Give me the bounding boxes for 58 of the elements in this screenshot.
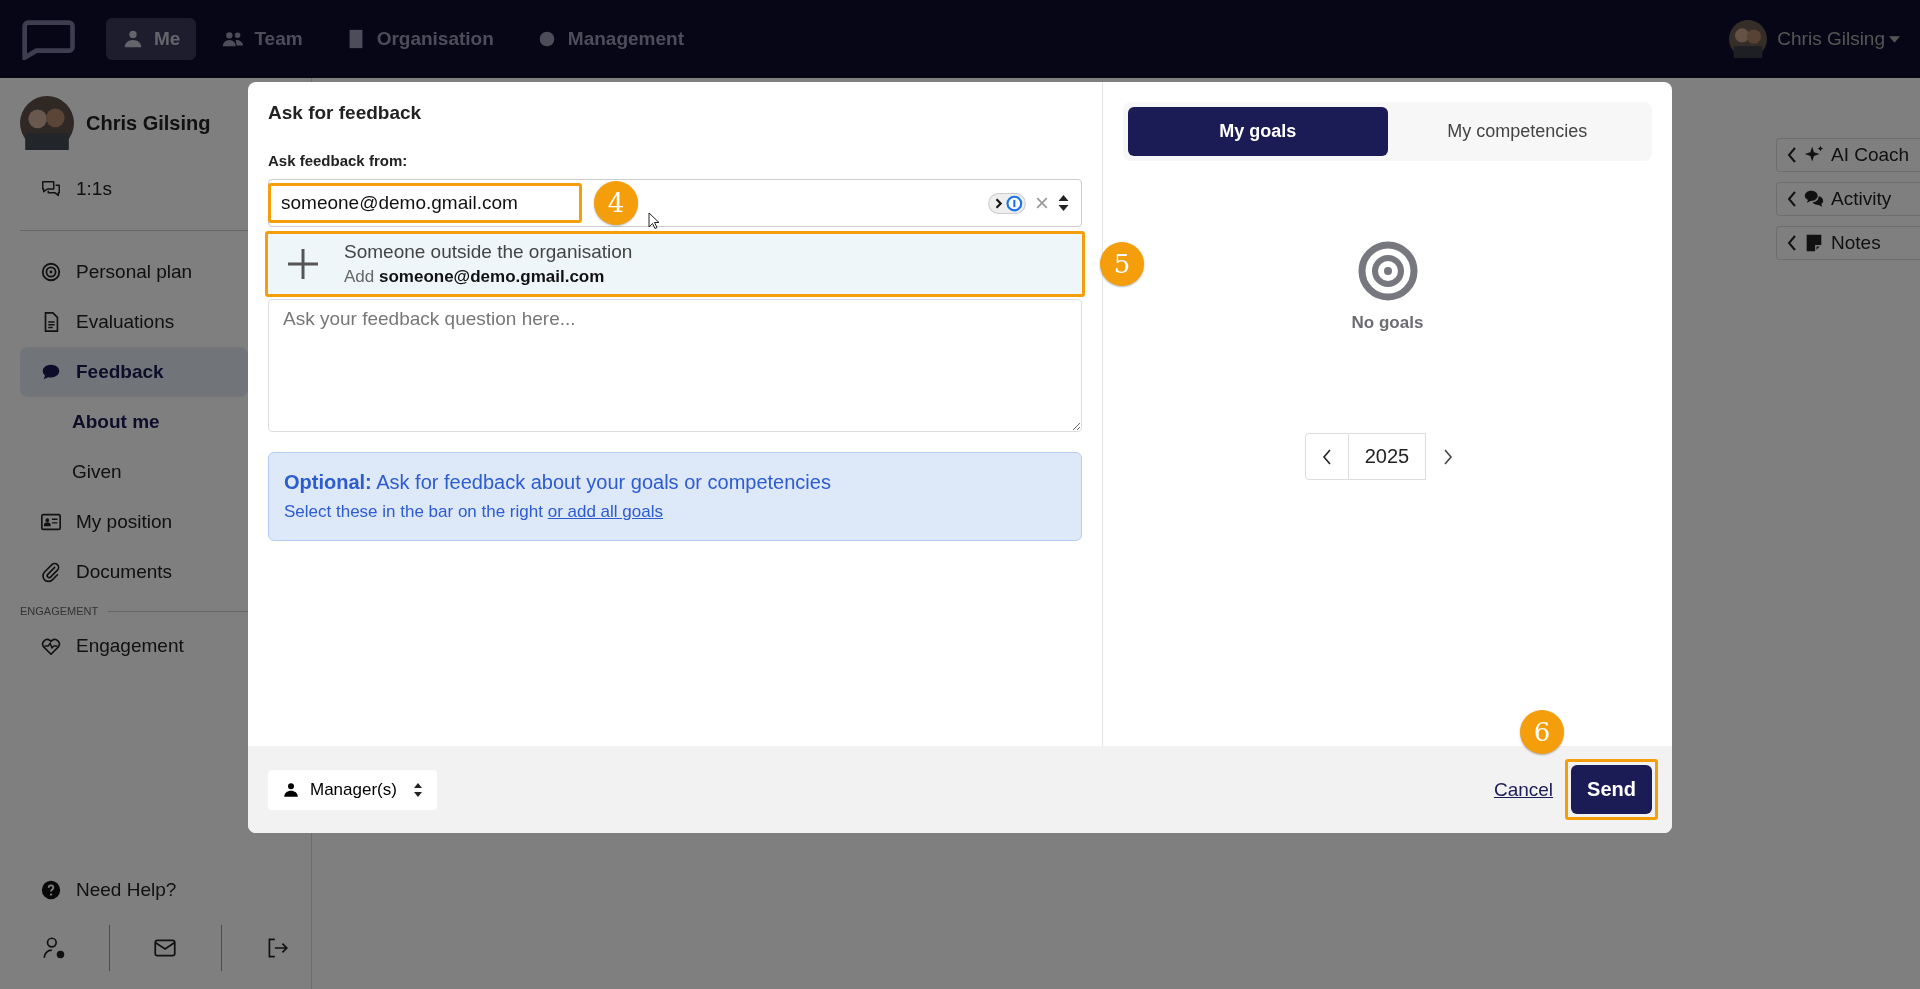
- option-detail: Add someone@demo.gmail.com: [344, 267, 606, 287]
- sidebar-item[interactable]: Evaluations: [20, 297, 248, 347]
- panel-tab[interactable]: AI Coach: [1776, 138, 1920, 172]
- clear-icon[interactable]: [1036, 197, 1048, 209]
- recipient-select[interactable]: someone@demo.gmail.com 4: [268, 179, 1082, 227]
- step-badge: 5: [1100, 242, 1144, 286]
- sidebar-item[interactable]: Feedback: [20, 347, 248, 397]
- help-link[interactable]: Need Help?: [20, 865, 248, 915]
- nav-tab[interactable]: Management: [519, 18, 700, 60]
- plus-icon: [286, 247, 320, 281]
- chevron-left-icon: [1787, 235, 1797, 251]
- cursor-icon: [648, 212, 660, 230]
- goals-tab[interactable]: My goals: [1128, 107, 1388, 156]
- sort-icon[interactable]: [1058, 195, 1069, 211]
- caret-icon: [1889, 35, 1900, 43]
- dialog-title: Ask for feedback: [268, 102, 423, 124]
- visibility-select[interactable]: Manager(s): [268, 769, 437, 810]
- target-icon: [40, 261, 62, 283]
- id-card-icon: [40, 511, 62, 533]
- sidebar-item[interactable]: 1:1s: [20, 164, 248, 214]
- user-name: Chris Gilsing: [86, 111, 211, 135]
- sidebar-item[interactable]: Documents: [20, 547, 248, 597]
- add-goals-link[interactable]: or add all goals: [547, 502, 663, 521]
- cancel-link[interactable]: Cancel: [1493, 778, 1554, 801]
- question-field[interactable]: Ask your feedback question here...: [268, 299, 1082, 432]
- step-badge: 4: [594, 181, 638, 225]
- target-icon: [1357, 241, 1418, 301]
- goals-tab[interactable]: My competencies: [1387, 107, 1647, 156]
- nav-tab[interactable]: Team: [206, 18, 319, 60]
- person-icon: [282, 780, 300, 799]
- chevron-left-icon: [1787, 191, 1797, 207]
- person-icon: [122, 28, 144, 50]
- recipient-input[interactable]: someone@demo.gmail.com: [268, 183, 582, 223]
- user-menu[interactable]: Chris Gilsing: [1777, 28, 1900, 50]
- paperclip-icon: [40, 561, 62, 583]
- section-label: ENGAGEMENT: [20, 605, 99, 617]
- sidebar-item[interactable]: Engagement: [20, 621, 248, 671]
- nav-tab[interactable]: Organisation: [328, 18, 510, 60]
- empty-message: No goals: [1351, 313, 1424, 333]
- chevron-right-icon: [1443, 448, 1454, 465]
- chevron-left-icon: [1321, 448, 1332, 465]
- sidebar-subitem[interactable]: About me: [20, 397, 248, 447]
- help-icon: [40, 879, 62, 901]
- info-hint: Select these in the bar on the right: [284, 502, 543, 521]
- field-label: Ask feedback from:: [268, 152, 409, 169]
- chevron-left-icon: [1787, 147, 1797, 163]
- nav-tab[interactable]: Me: [106, 18, 197, 60]
- sidebar-item[interactable]: My position: [20, 497, 248, 547]
- send-button[interactable]: Send: [1571, 765, 1652, 814]
- sort-icon: [412, 781, 423, 798]
- sidebar-item[interactable]: Personal plan: [20, 247, 248, 297]
- panel-tab[interactable]: Activity: [1776, 182, 1920, 216]
- option-title: Someone outside the organisation: [344, 241, 633, 263]
- step-badge: 6: [1520, 710, 1565, 754]
- sidebar-subitem[interactable]: Given: [20, 447, 248, 497]
- panel-tab[interactable]: Notes: [1776, 226, 1920, 260]
- info-text: Optional: Ask for feedback about your goals or competencies: [284, 471, 832, 494]
- password-manager-icon[interactable]: [988, 192, 1026, 214]
